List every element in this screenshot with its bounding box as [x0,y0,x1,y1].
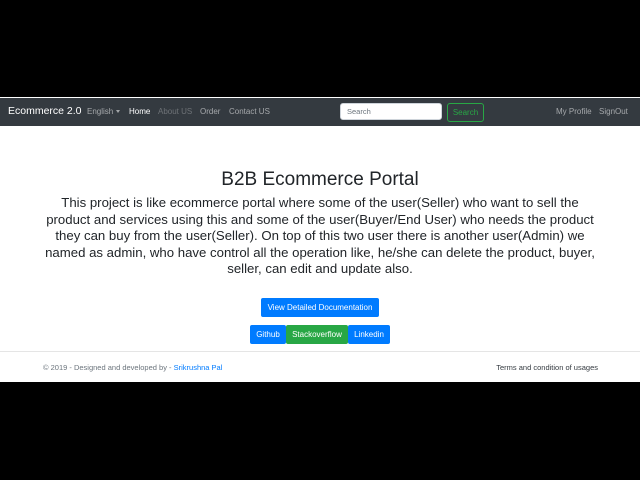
author-link[interactable]: Srikrushna Pal [174,363,223,372]
view-documentation-button[interactable]: View Detailed Documentation [261,298,379,317]
copyright-text: © 2019 - Designed and developed by - [43,363,174,372]
nav-about[interactable]: About US [158,107,192,116]
terms-link[interactable]: Terms and condition of usages [496,363,598,372]
language-label: English [87,107,114,116]
page-title: B2B Ecommerce Portal [221,169,419,190]
brand-logo[interactable]: Ecommerce 2.0 [8,105,82,117]
project-description: This project is like ecommerce portal wh… [45,195,595,277]
nav-my-profile[interactable]: My Profile [556,107,592,116]
navbar: Ecommerce 2.0 English Home About US Orde… [0,98,640,126]
search-input[interactable] [340,103,442,120]
footer-divider [0,351,640,352]
search-button[interactable]: Search [447,103,484,122]
stackoverflow-button[interactable]: Stackoverflow [286,325,348,344]
footer-copyright: © 2019 - Designed and developed by - Sri… [43,363,222,372]
github-button[interactable]: Github [250,325,286,344]
nav-order[interactable]: Order [200,107,220,116]
language-dropdown[interactable]: English [87,107,121,116]
nav-home[interactable]: Home [129,107,150,116]
nav-signout[interactable]: SignOut [599,107,628,116]
chevron-down-icon [116,110,121,113]
nav-contact[interactable]: Contact US [229,107,270,116]
linkedin-button[interactable]: Linkedin [348,325,390,344]
browser-page: Ecommerce 2.0 English Home About US Orde… [0,97,640,382]
